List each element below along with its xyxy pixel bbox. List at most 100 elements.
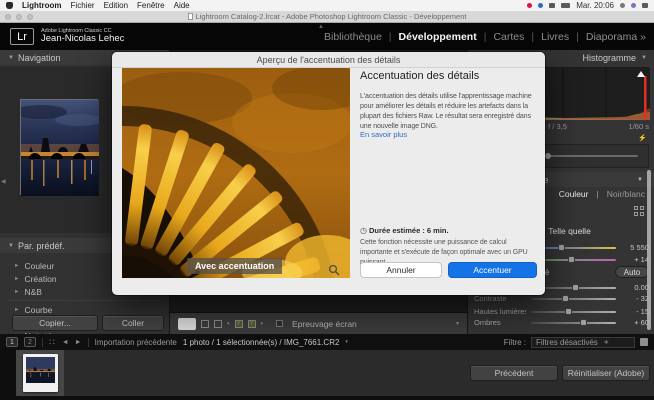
soft-proof-checkbox[interactable]	[276, 320, 283, 327]
toolbar-options-chevron-icon[interactable]: ▾	[456, 320, 459, 327]
module-separator: |	[531, 31, 534, 43]
main-window-button[interactable]: 1	[6, 337, 18, 347]
module-developpement[interactable]: Développement	[399, 31, 477, 43]
slider-label: Ombres	[474, 318, 526, 327]
module-separator: |	[576, 31, 579, 43]
user-name-label: Jean-Nicolas Lehec	[41, 34, 124, 44]
record-status-icon[interactable]	[527, 3, 532, 8]
bluetooth-status-icon[interactable]	[538, 3, 543, 8]
filter-dropdown[interactable]: Filtres désactivés ≑	[531, 337, 635, 348]
slider-thumb[interactable]	[580, 319, 587, 326]
slider-thumb[interactable]	[562, 295, 569, 302]
filmstrip-left-edge	[0, 350, 16, 400]
menubar-clock[interactable]: Mar. 20:06	[576, 1, 614, 10]
copy-settings-button[interactable]: Copier...	[12, 315, 98, 331]
tab-couleur[interactable]: Couleur	[559, 189, 589, 199]
reset-button[interactable]: Réinitialiser (Adobe)	[562, 365, 650, 381]
navigator-thumbnail[interactable]	[20, 99, 98, 195]
window-title: Lightroom Catalog-2.lrcat - Adobe Photos…	[0, 12, 654, 21]
chevron-down-icon[interactable]: ▾	[345, 339, 348, 345]
module-cartes[interactable]: Cartes	[493, 31, 524, 43]
menu-item-lightroom[interactable]: Lightroom	[22, 1, 62, 10]
divider	[8, 300, 162, 301]
preset-label: Courbe	[24, 305, 52, 315]
module-livres[interactable]: Livres	[541, 31, 569, 43]
filter-label: Filtre :	[504, 338, 526, 347]
apple-menu-icon[interactable]	[6, 2, 13, 9]
slider-thumb[interactable]	[568, 256, 575, 263]
menu-item-aide[interactable]: Aide	[174, 1, 190, 10]
slider-track[interactable]	[531, 311, 616, 313]
clock-icon: ◷	[360, 226, 367, 235]
module-diaporama[interactable]: Diaporama »	[586, 31, 646, 43]
slider-ombres: Ombres + 60	[474, 317, 649, 328]
aperture-label: f / 3,5	[548, 122, 567, 131]
left-panel-collapse-icon[interactable]: ◀	[1, 178, 6, 185]
wb-value[interactable]: Telle quelle	[548, 226, 591, 236]
slider-value[interactable]: + 14	[621, 255, 649, 264]
top-panel-collapse-icon[interactable]: ▲	[318, 24, 324, 30]
slider-value[interactable]: + 60	[621, 318, 649, 327]
slider-thumb[interactable]	[558, 244, 565, 251]
right-panel-scrollbar[interactable]	[647, 170, 651, 330]
chevron-down-icon[interactable]: ▾	[227, 321, 230, 327]
toolbar: ▾ Y Y ▾ Epreuvage écran ▾	[170, 312, 467, 334]
chevron-right-icon: ►	[14, 276, 19, 282]
grid-view-icon[interactable]: ∷	[49, 337, 56, 348]
module-picker: Bibliothèque | Développement | Cartes | …	[324, 31, 654, 43]
filmstrip-thumbnail[interactable]	[23, 354, 58, 392]
slider-track[interactable]	[531, 298, 616, 300]
tab-noir-blanc[interactable]: Noir/blanc	[607, 189, 645, 199]
slider-value[interactable]: - 32	[621, 294, 649, 303]
slider-thumb[interactable]	[565, 308, 572, 315]
paste-settings-button[interactable]: Coller	[102, 315, 164, 331]
loupe-view-icon[interactable]	[178, 318, 196, 330]
filmstrip-bar: 1 2 ∷ ◄ ► Importation précédente 1 photo…	[0, 334, 654, 350]
shutter-label: 1/60 s	[629, 122, 649, 131]
source-label[interactable]: Importation précédente	[95, 338, 177, 347]
module-bibliotheque[interactable]: Bibliothèque	[324, 31, 382, 43]
siri-icon[interactable]	[631, 3, 636, 8]
split-view-yy-icon[interactable]: Y	[248, 320, 256, 328]
flash-icon: ⚡	[638, 134, 647, 142]
auto-tone-button[interactable]: Auto	[615, 266, 649, 278]
before-after-left-icon[interactable]	[201, 320, 209, 328]
learn-more-link[interactable]: En savoir plus	[360, 130, 407, 139]
slider-value[interactable]: 5 550	[621, 243, 649, 252]
menu-item-edition[interactable]: Edition	[104, 1, 128, 10]
slider-thumb[interactable]	[572, 284, 579, 291]
second-window-button[interactable]: 2	[24, 337, 36, 347]
wifi-icon[interactable]	[549, 3, 555, 8]
macos-menubar: Lightroom Fichier Edition Fenêtre Aide M…	[0, 0, 654, 11]
tab-separator: |	[597, 189, 599, 199]
slider-value[interactable]: - 15	[621, 307, 649, 316]
spotlight-icon[interactable]	[620, 3, 625, 8]
menu-item-fenetre[interactable]: Fenêtre	[137, 1, 165, 10]
previous-button[interactable]: Précédent	[470, 365, 558, 381]
cancel-button[interactable]: Annuler	[360, 262, 442, 278]
menu-item-fichier[interactable]: Fichier	[71, 1, 95, 10]
histogram-title: Histogramme	[583, 53, 637, 63]
slider-value[interactable]: 0.00	[621, 283, 649, 292]
filter-lock-icon[interactable]	[640, 338, 648, 346]
battery-icon[interactable]	[561, 3, 570, 8]
next-photo-icon[interactable]: ►	[75, 339, 82, 346]
enhance-preview-image[interactable]: Avec accentuation	[122, 68, 350, 278]
filter-value: Filtres désactivés	[536, 338, 598, 347]
night-city-photo	[21, 100, 99, 196]
slider-hautes-lumieres: Hautes lumières - 15	[474, 306, 649, 317]
selection-label[interactable]: 1 photo / 1 sélectionnée(s) / IMG_7661.C…	[183, 338, 340, 347]
updown-chevron-icon: ≑	[604, 339, 609, 346]
before-after-right-icon[interactable]	[214, 320, 222, 328]
slider-track[interactable]	[531, 322, 616, 324]
chevron-down-icon[interactable]: ▾	[261, 321, 264, 327]
profile-browser-icon[interactable]	[634, 206, 645, 217]
chevron-right-icon: ►	[14, 307, 19, 313]
notification-center-icon[interactable]	[642, 3, 648, 8]
previous-photo-icon[interactable]: ◄	[62, 339, 69, 346]
chevron-down-icon: ▼	[641, 55, 647, 61]
enhance-button[interactable]: Accentuer	[448, 262, 537, 278]
split-view-y-icon[interactable]: Y	[235, 320, 243, 328]
divider	[88, 338, 89, 347]
magnifier-icon[interactable]	[328, 264, 340, 276]
